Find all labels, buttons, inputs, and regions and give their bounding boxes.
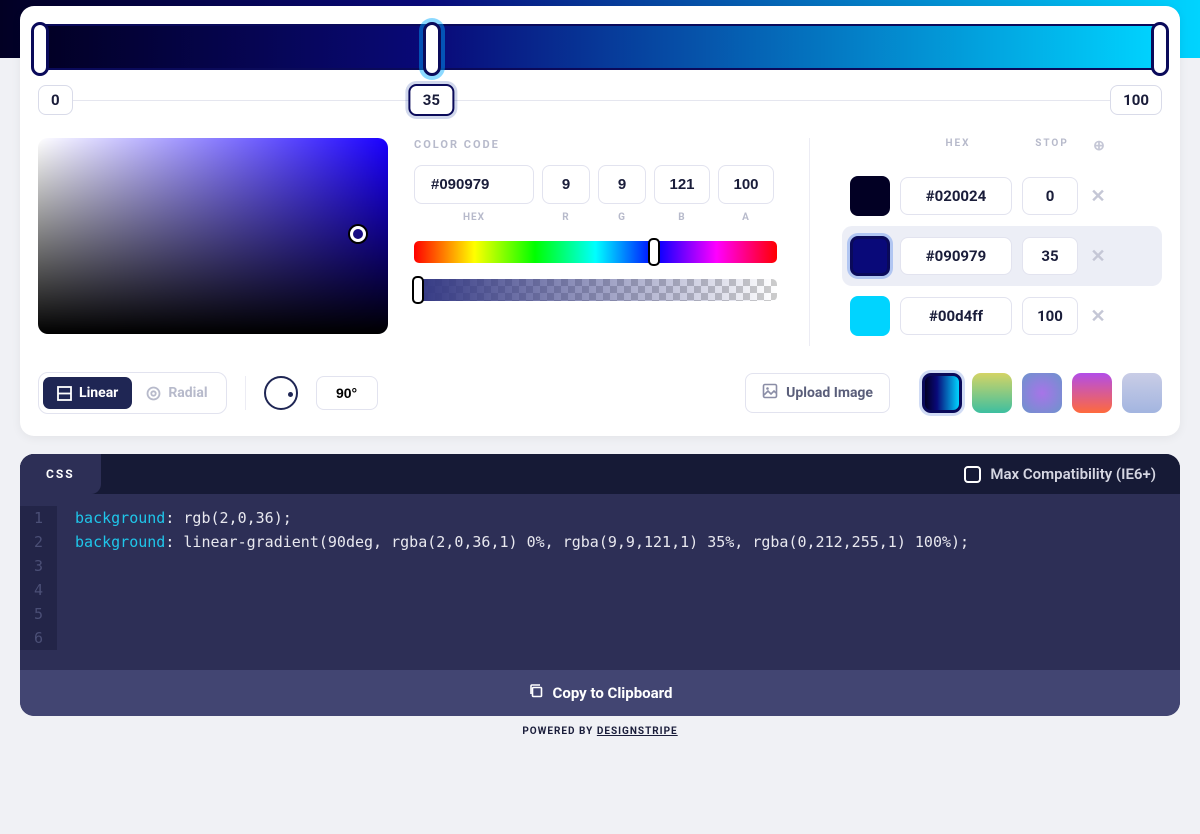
gradient-type-toggle: Linear Radial (38, 372, 227, 414)
stop-list-item-1[interactable]: #090979 35 ✕ (842, 226, 1162, 286)
preset-2[interactable] (972, 373, 1012, 413)
stop-value-input-2[interactable]: 100 (1022, 297, 1078, 335)
stop-hex-input-0[interactable]: #020024 (900, 177, 1012, 215)
checkbox-icon (964, 466, 981, 483)
gradient-bar-track[interactable] (38, 24, 1162, 70)
preset-gradients (922, 373, 1162, 413)
linear-label: Linear (79, 385, 118, 401)
gradient-handle-1[interactable] (423, 22, 441, 76)
stops-header-stop: STOP (1024, 138, 1080, 154)
stops-header-hex: HEX (902, 138, 1014, 154)
preset-1[interactable] (922, 373, 962, 413)
stop-position-row: 0 35 100 (38, 82, 1162, 118)
a-input[interactable] (718, 165, 774, 204)
color-code-panel: COLOR CODE HEX R G B A (414, 138, 777, 346)
delete-stop-1[interactable]: ✕ (1088, 246, 1108, 267)
stop-swatch-2[interactable] (850, 296, 890, 336)
stop-input-0[interactable]: 0 (38, 85, 73, 115)
r-label: R (542, 212, 590, 223)
copy-icon (528, 683, 544, 703)
delete-stop-0[interactable]: ✕ (1088, 186, 1108, 207)
css-tab[interactable]: CSS (20, 454, 101, 494)
a-label: A (718, 212, 774, 223)
code-output-card: CSS Max Compatibility (IE6+) 123456 back… (20, 454, 1180, 716)
b-input[interactable] (654, 165, 710, 204)
max-compatibility-toggle[interactable]: Max Compatibility (IE6+) (960, 454, 1160, 494)
preset-3[interactable] (1022, 373, 1062, 413)
radial-label: Radial (168, 385, 207, 401)
stops-list-panel: HEX STOP ⊕ #020024 0 ✕ #090979 35 ✕ #00d… (842, 138, 1162, 346)
add-stop-button[interactable]: ⊕ (1090, 138, 1110, 154)
gradient-editor-card: 0 35 100 COLOR CODE HEX R G B A (20, 6, 1180, 436)
stop-list-item-0[interactable]: #020024 0 ✕ (842, 166, 1162, 226)
stops-list-header: HEX STOP ⊕ (842, 138, 1162, 154)
angle-dial[interactable] (264, 376, 298, 410)
stop-hex-input-2[interactable]: #00d4ff (900, 297, 1012, 335)
color-code-sublabels: HEX R G B A (414, 212, 777, 223)
preset-5[interactable] (1122, 373, 1162, 413)
stop-list-item-2[interactable]: #00d4ff 100 ✕ (842, 286, 1162, 346)
gradient-handle-2[interactable] (1151, 22, 1169, 76)
b-label: B (654, 212, 710, 223)
color-code-label: COLOR CODE (414, 138, 777, 151)
stop-position-track (38, 100, 1162, 101)
stop-value-input-1[interactable]: 35 (1022, 237, 1078, 275)
linear-icon (57, 386, 72, 401)
hex-input[interactable] (414, 165, 534, 204)
hex-label: HEX (414, 212, 534, 223)
upload-image-button[interactable]: Upload Image (745, 373, 890, 413)
radial-button[interactable]: Radial (132, 377, 221, 409)
alpha-handle[interactable] (412, 276, 424, 304)
preset-4[interactable] (1072, 373, 1112, 413)
divider (245, 376, 246, 410)
g-input[interactable] (598, 165, 646, 204)
gradient-handle-0[interactable] (31, 22, 49, 76)
stop-swatch-1[interactable] (850, 236, 890, 276)
angle-input[interactable] (316, 376, 378, 410)
g-label: G (598, 212, 646, 223)
color-saturation-picker[interactable] (38, 138, 388, 334)
divider (809, 138, 810, 346)
stop-input-2[interactable]: 100 (1110, 85, 1162, 115)
code-content[interactable]: background: rgb(2,0,36);background: line… (57, 506, 987, 650)
hue-handle[interactable] (648, 238, 660, 266)
r-input[interactable] (542, 165, 590, 204)
designstripe-link[interactable]: DESIGNSTRIPE (597, 726, 678, 737)
code-body: 123456 background: rgb(2,0,36);backgroun… (20, 494, 1180, 670)
upload-label: Upload Image (786, 385, 873, 401)
stop-swatch-0[interactable] (850, 176, 890, 216)
stop-value-input-0[interactable]: 0 (1022, 177, 1078, 215)
page-footer: POWERED BY DESIGNSTRIPE (0, 716, 1200, 751)
copy-label: Copy to Clipboard (553, 684, 673, 702)
line-gutter: 123456 (20, 506, 57, 650)
copy-to-clipboard-button[interactable]: Copy to Clipboard (20, 670, 1180, 716)
gradient-preview-bar[interactable] (38, 24, 1162, 70)
image-icon (762, 383, 778, 403)
options-row: Linear Radial Upload Image (38, 372, 1162, 414)
code-tabs-bar: CSS Max Compatibility (IE6+) (20, 454, 1180, 494)
radial-icon (146, 386, 161, 401)
angle-dial-marker (288, 392, 293, 397)
picker-cursor[interactable] (350, 226, 366, 242)
footer-text: POWERED BY (522, 726, 597, 737)
compat-label: Max Compatibility (IE6+) (990, 465, 1156, 483)
stop-input-1[interactable]: 35 (409, 84, 454, 116)
delete-stop-2[interactable]: ✕ (1088, 306, 1108, 327)
linear-button[interactable]: Linear (43, 377, 132, 409)
alpha-slider[interactable] (414, 279, 777, 301)
stop-hex-input-1[interactable]: #090979 (900, 237, 1012, 275)
hue-slider[interactable] (414, 241, 777, 263)
